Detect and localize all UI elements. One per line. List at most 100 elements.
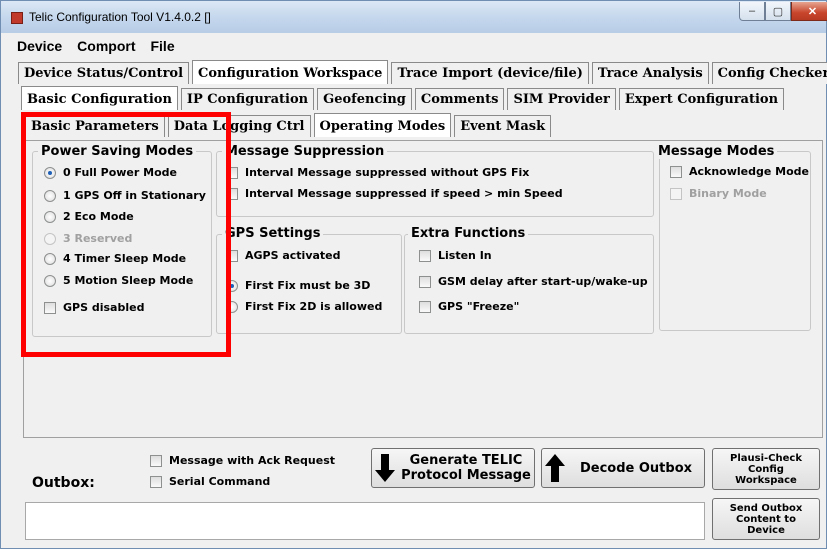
power-saving-title: Power Saving Modes bbox=[38, 144, 197, 159]
send-line1: Send Outbox bbox=[729, 502, 803, 514]
send-line2: Content to bbox=[736, 513, 796, 525]
radio-icon[interactable] bbox=[44, 210, 56, 223]
option-label: 1 GPS Off in Stationary bbox=[63, 189, 206, 202]
tab-basic-parameters[interactable]: Basic Parameters bbox=[25, 115, 165, 137]
menu-file[interactable]: File bbox=[150, 38, 174, 54]
checkbox-icon[interactable] bbox=[226, 187, 238, 200]
tab-operating-modes[interactable]: Operating Modes bbox=[313, 113, 452, 137]
option-label: Acknowledge Mode bbox=[689, 165, 810, 178]
tab-data-logging-ctrl[interactable]: Data Logging Ctrl bbox=[167, 115, 311, 137]
tab-geofencing[interactable]: Geofencing bbox=[317, 88, 412, 110]
plausi-line1: Plausi-Check bbox=[730, 452, 802, 464]
tab-ip-configuration[interactable]: IP Configuration bbox=[180, 88, 315, 110]
checkbox-icon[interactable] bbox=[226, 249, 238, 262]
message-modes-title: Message Modes bbox=[655, 144, 778, 159]
gsm-delay-checkbox[interactable]: GSM delay after start-up/wake-up bbox=[419, 275, 648, 288]
radio-icon[interactable] bbox=[44, 189, 56, 202]
tab-expert-configuration[interactable]: Expert Configuration bbox=[618, 88, 785, 110]
checkbox-icon[interactable] bbox=[419, 275, 431, 288]
tab-trace-analysis[interactable]: Trace Analysis bbox=[591, 62, 709, 84]
option-label: Interval Message suppressed if speed > m… bbox=[245, 187, 563, 200]
power-mode-4-option[interactable]: 4 Timer Sleep Mode bbox=[44, 252, 186, 265]
outbox-label: Outbox: bbox=[32, 475, 95, 491]
generate-line2: Protocol Message bbox=[401, 468, 531, 483]
generate-line1: Generate TELIC bbox=[409, 453, 523, 468]
acknowledge-mode-checkbox[interactable]: Acknowledge Mode bbox=[670, 165, 809, 178]
radio-icon[interactable] bbox=[44, 166, 56, 179]
gps-freeze-checkbox[interactable]: GPS "Freeze" bbox=[419, 300, 519, 313]
checkbox-icon[interactable] bbox=[226, 166, 238, 179]
message-suppression-group bbox=[216, 151, 654, 217]
power-mode-5-option[interactable]: 5 Motion Sleep Mode bbox=[44, 274, 193, 287]
checkbox-icon bbox=[670, 187, 682, 200]
decode-label: Decode Outbox bbox=[579, 460, 693, 476]
arrow-up-icon bbox=[542, 452, 568, 484]
tab-comments[interactable]: Comments bbox=[414, 88, 505, 110]
send-line3: Device bbox=[747, 524, 785, 536]
checkbox-icon[interactable] bbox=[419, 249, 431, 262]
menu-device[interactable]: Device bbox=[17, 38, 62, 54]
gps-disabled-checkbox[interactable]: GPS disabled bbox=[44, 301, 144, 314]
option-label: GPS disabled bbox=[63, 301, 145, 314]
power-mode-0-option[interactable]: 0 Full Power Mode bbox=[44, 166, 177, 179]
option-label: First Fix 2D is allowed bbox=[245, 300, 383, 313]
gps-settings-title: GPS Settings bbox=[222, 226, 324, 241]
power-mode-1-option[interactable]: 1 GPS Off in Stationary bbox=[44, 189, 206, 202]
checkbox-icon[interactable] bbox=[150, 454, 162, 467]
tab-trace-import[interactable]: Trace Import (device/file) bbox=[391, 62, 589, 84]
tab-config-checker[interactable]: Config Checker bbox=[711, 62, 827, 84]
suppress-without-gps-checkbox[interactable]: Interval Message suppressed without GPS … bbox=[226, 166, 529, 179]
close-button[interactable]: ✕ bbox=[791, 2, 827, 21]
option-label: GSM delay after start-up/wake-up bbox=[438, 275, 648, 288]
option-label: Listen In bbox=[438, 249, 492, 262]
option-label: 5 Motion Sleep Mode bbox=[63, 274, 194, 287]
option-label: Message with Ack Request bbox=[169, 454, 336, 467]
plausi-line3: Workspace bbox=[735, 474, 797, 486]
checkbox-icon[interactable] bbox=[419, 300, 431, 313]
arrow-down-icon bbox=[372, 452, 398, 484]
ack-request-checkbox[interactable]: Message with Ack Request bbox=[150, 454, 335, 467]
tab-device-status-control[interactable]: Device Status/Control bbox=[18, 62, 190, 84]
option-label: 0 Full Power Mode bbox=[63, 166, 177, 179]
minimize-button[interactable]: – bbox=[739, 2, 765, 21]
app-icon bbox=[11, 12, 23, 24]
suppress-speed-checkbox[interactable]: Interval Message suppressed if speed > m… bbox=[226, 187, 563, 200]
checkbox-icon[interactable] bbox=[44, 301, 56, 314]
agps-checkbox[interactable]: AGPS activated bbox=[226, 249, 341, 262]
generate-message-button[interactable]: Generate TELIC Protocol Message bbox=[371, 448, 535, 488]
plausi-line2: Config bbox=[748, 463, 784, 475]
radio-icon[interactable] bbox=[226, 300, 238, 313]
basic-tab-bar: Basic Parameters Data Logging Ctrl Opera… bbox=[25, 113, 554, 137]
config-tab-bar: Basic Configuration IP Configuration Geo… bbox=[21, 86, 787, 110]
tab-sim-provider[interactable]: SIM Provider bbox=[507, 88, 616, 110]
menu-bar: Device Comport File bbox=[2, 34, 825, 58]
option-label: GPS "Freeze" bbox=[438, 300, 520, 313]
decode-outbox-button[interactable]: Decode Outbox bbox=[541, 448, 705, 488]
option-label: AGPS activated bbox=[245, 249, 341, 262]
checkbox-icon[interactable] bbox=[670, 165, 682, 178]
outbox-content-field[interactable] bbox=[25, 502, 705, 540]
extra-functions-title: Extra Functions bbox=[408, 226, 529, 241]
title-bar[interactable]: Telic Configuration Tool V1.4.0.2 [] – ▢… bbox=[1, 1, 827, 33]
first-fix-3d-option[interactable]: First Fix must be 3D bbox=[226, 279, 370, 292]
plausi-check-button[interactable]: Plausi-Check Config Workspace bbox=[712, 448, 820, 490]
checkbox-icon[interactable] bbox=[150, 475, 162, 488]
tab-event-mask[interactable]: Event Mask bbox=[454, 115, 552, 137]
send-outbox-button[interactable]: Send Outbox Content to Device bbox=[712, 498, 820, 540]
message-modes-group bbox=[659, 151, 811, 331]
menu-comport[interactable]: Comport bbox=[77, 38, 135, 54]
power-mode-2-option[interactable]: 2 Eco Mode bbox=[44, 210, 134, 223]
tab-basic-configuration[interactable]: Basic Configuration bbox=[21, 86, 178, 110]
binary-mode-checkbox: Binary Mode bbox=[670, 187, 767, 200]
maximize-button[interactable]: ▢ bbox=[765, 2, 791, 21]
radio-icon[interactable] bbox=[226, 279, 238, 292]
radio-icon[interactable] bbox=[44, 274, 56, 287]
radio-icon[interactable] bbox=[44, 252, 56, 265]
first-fix-2d-option[interactable]: First Fix 2D is allowed bbox=[226, 300, 382, 313]
serial-command-checkbox[interactable]: Serial Command bbox=[150, 475, 270, 488]
radio-icon bbox=[44, 232, 56, 245]
listen-in-checkbox[interactable]: Listen In bbox=[419, 249, 492, 262]
option-label: Serial Command bbox=[169, 475, 271, 488]
tab-configuration-workspace[interactable]: Configuration Workspace bbox=[192, 60, 389, 84]
option-label: Interval Message suppressed without GPS … bbox=[245, 166, 530, 179]
